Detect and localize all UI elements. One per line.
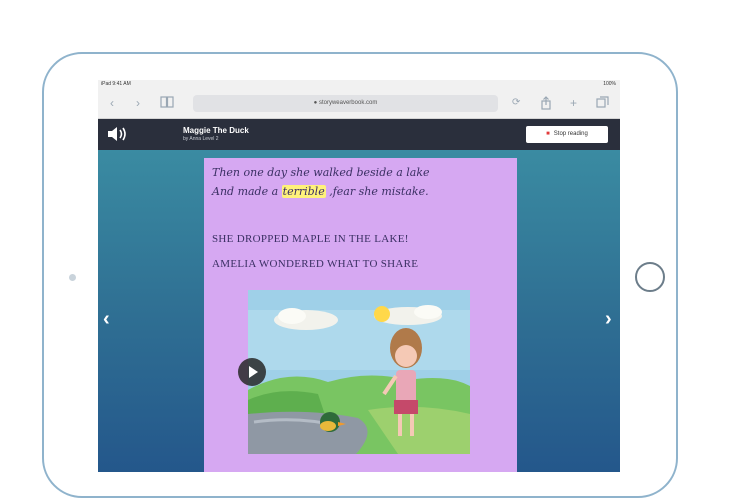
story-line-1: Then one day she walked beside a lake (212, 166, 430, 179)
home-button[interactable] (635, 262, 665, 292)
story-line-4: AMELIA WONDERED WHAT TO SHARE (212, 258, 419, 270)
refresh-icon[interactable]: ⟳ (512, 96, 520, 110)
story-line-2-end: ,fear she mistake. (325, 185, 429, 198)
story-line-2: And made a terrible ,fear she mistake. (212, 185, 429, 198)
status-left: iPad 9:41 AM (101, 81, 131, 87)
stop-reading-label: Stop reading (553, 131, 588, 137)
speaker-icon[interactable] (106, 125, 130, 143)
browser-toolbar: ‹ › ● storyweaverbook.com ⟳ + (98, 89, 620, 119)
highlighted-word[interactable]: terrible (281, 185, 326, 198)
play-icon[interactable] (238, 358, 266, 386)
ipad-screen: iPad 9:41 AM 100% ‹ › ● storyweaverbook.… (98, 80, 620, 472)
chevron-right-icon[interactable]: › (605, 309, 612, 329)
stop-icon: ■ (546, 131, 550, 137)
battery-status: 100% (603, 81, 616, 87)
book-subtitle: by Anna Level 2 (183, 136, 219, 142)
front-camera (69, 274, 76, 281)
add-tab-icon[interactable]: + (570, 96, 577, 110)
share-icon[interactable] (540, 96, 552, 113)
story-illustration (248, 290, 470, 454)
tabs-icon[interactable] (596, 96, 609, 112)
reader-header: Maggie The Duck by Anna Level 2 ■ Stop re… (98, 119, 620, 150)
book-title: Maggie The Duck (183, 126, 249, 135)
story-line-3: SHE DROPPED MAPLE IN THE LAKE! (212, 233, 409, 245)
status-bar: iPad 9:41 AM 100% (98, 80, 620, 89)
back-icon[interactable]: ‹ (110, 96, 114, 110)
chevron-left-icon[interactable]: ‹ (103, 309, 110, 329)
story-page: Then one day she walked beside a lake An… (204, 158, 517, 472)
stop-reading-button[interactable]: ■ Stop reading (526, 126, 608, 143)
url-bar[interactable]: ● storyweaverbook.com (193, 95, 498, 112)
forward-icon[interactable]: › (136, 96, 140, 110)
story-line-2-start: And made a (212, 185, 282, 198)
book-icon[interactable] (160, 96, 174, 111)
